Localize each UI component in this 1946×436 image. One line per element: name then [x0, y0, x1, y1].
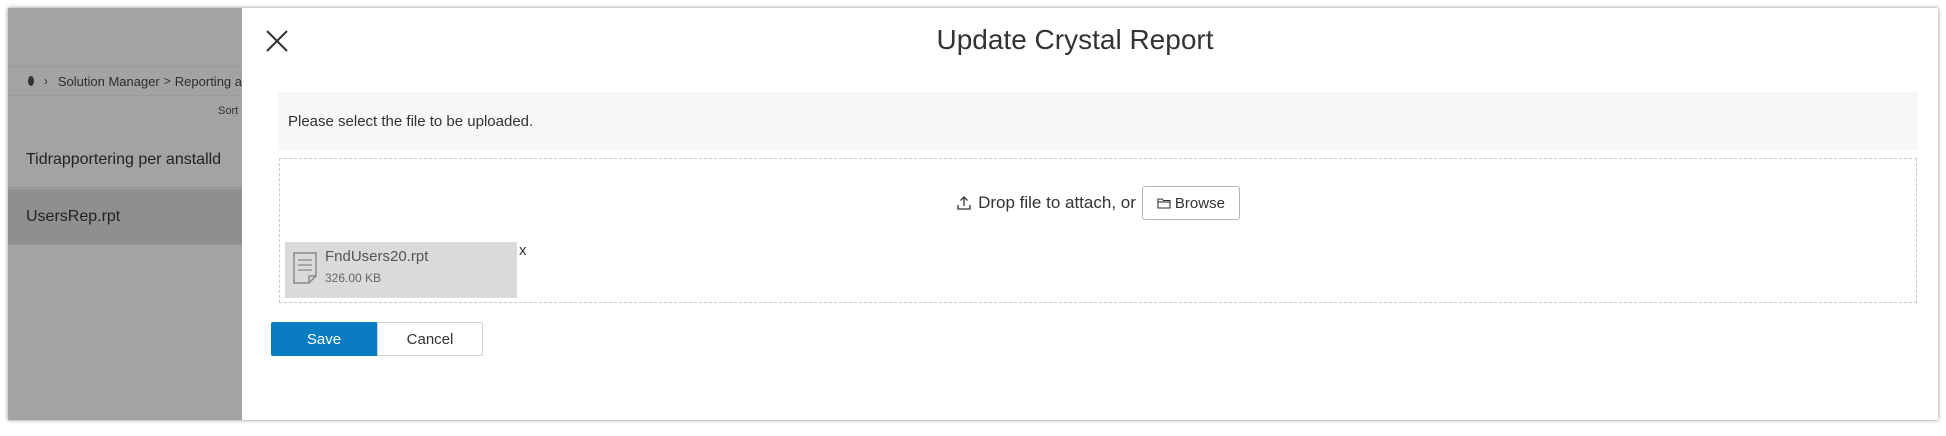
list-item: Tidrapportering per anstalld: [8, 132, 242, 188]
app-window: › Solution Manager > Reporting a Sort Ti…: [8, 8, 1938, 420]
info-text: Please select the file to be uploaded.: [288, 112, 534, 130]
breadcrumb-item-solution-manager: Solution Manager: [57, 73, 160, 89]
chevron-right-icon: ›: [43, 74, 48, 88]
dialog-title: Update Crystal Report: [936, 24, 1214, 55]
browse-button[interactable]: Browse: [1141, 186, 1240, 220]
file-dropzone[interactable]: Drop file to attach, or Browse FndUsers2…: [279, 158, 1917, 303]
file-meta: FndUsers20.rpt 326.00 KB: [325, 242, 428, 285]
breadcrumb: › Solution Manager > Reporting a: [8, 66, 242, 96]
info-message: Please select the file to be uploaded.: [278, 92, 1918, 150]
document-icon: [293, 252, 317, 284]
list-item-selected: UsersRep.rpt: [8, 189, 242, 245]
breadcrumb-separator: >: [163, 74, 171, 88]
sort-label: Sort: [218, 105, 239, 117]
file-name: FndUsers20.rpt: [325, 248, 429, 265]
browse-label: Browse: [1174, 194, 1225, 212]
update-report-dialog: Update Crystal Report Please select the …: [242, 8, 1938, 420]
remove-file-button[interactable]: x: [519, 242, 527, 259]
attached-file-card: FndUsers20.rpt 326.00 KB: [285, 242, 517, 298]
dialog-actions: Save Cancel: [271, 322, 483, 356]
drop-prompt-text: Drop file to attach, or: [978, 193, 1136, 212]
save-button[interactable]: Save: [271, 322, 377, 356]
drop-prompt-row: Drop file to attach, or Browse: [280, 186, 1916, 220]
cancel-button[interactable]: Cancel: [377, 322, 483, 356]
home-icon: [28, 76, 34, 86]
folder-icon: [1157, 198, 1171, 209]
breadcrumb-item-reporting: Reporting a: [174, 73, 242, 89]
background-header: [8, 8, 242, 58]
background-page-overlay: › Solution Manager > Reporting a Sort Ti…: [8, 8, 242, 420]
upload-icon: [957, 196, 971, 210]
file-size: 326.00 KB: [325, 271, 382, 285]
